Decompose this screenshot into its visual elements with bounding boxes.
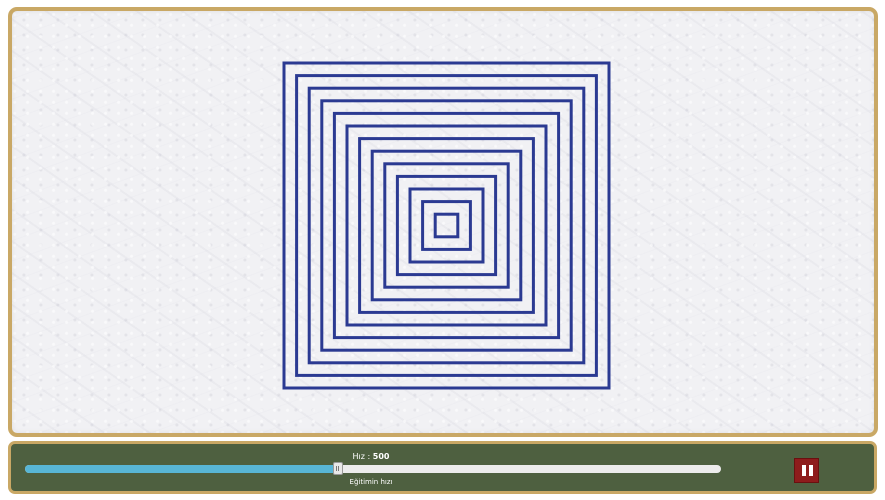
spiral-square-3 — [307, 86, 586, 365]
pause-icon — [802, 465, 813, 476]
spiral-square-9 — [383, 162, 510, 289]
speed-slider-fill — [25, 465, 339, 473]
control-bar: Hız : 500 Eğitimin hızı — [8, 441, 877, 494]
pause-button[interactable] — [794, 458, 819, 483]
spiral-square-13 — [433, 212, 460, 239]
spiral-square-5 — [332, 111, 561, 340]
spiral-square-10 — [395, 174, 498, 277]
speed-slider-handle[interactable] — [333, 462, 344, 475]
speed-label: Hız : — [352, 452, 371, 461]
drawing-canvas — [8, 7, 878, 437]
speed-slider-label: Eğitimin hızı — [349, 478, 393, 486]
spiral-square-12 — [421, 200, 472, 251]
speed-slider[interactable] — [25, 462, 721, 475]
spiral-square-1 — [282, 61, 611, 390]
spiral-square-8 — [370, 149, 523, 302]
speed-value: 500 — [372, 452, 390, 461]
spiral-square-2 — [295, 74, 598, 377]
square-spiral-drawing — [282, 61, 611, 390]
spiral-square-11 — [408, 187, 485, 264]
spiral-square-6 — [345, 124, 548, 327]
speed-readout: Hız : 500 — [11, 452, 731, 461]
